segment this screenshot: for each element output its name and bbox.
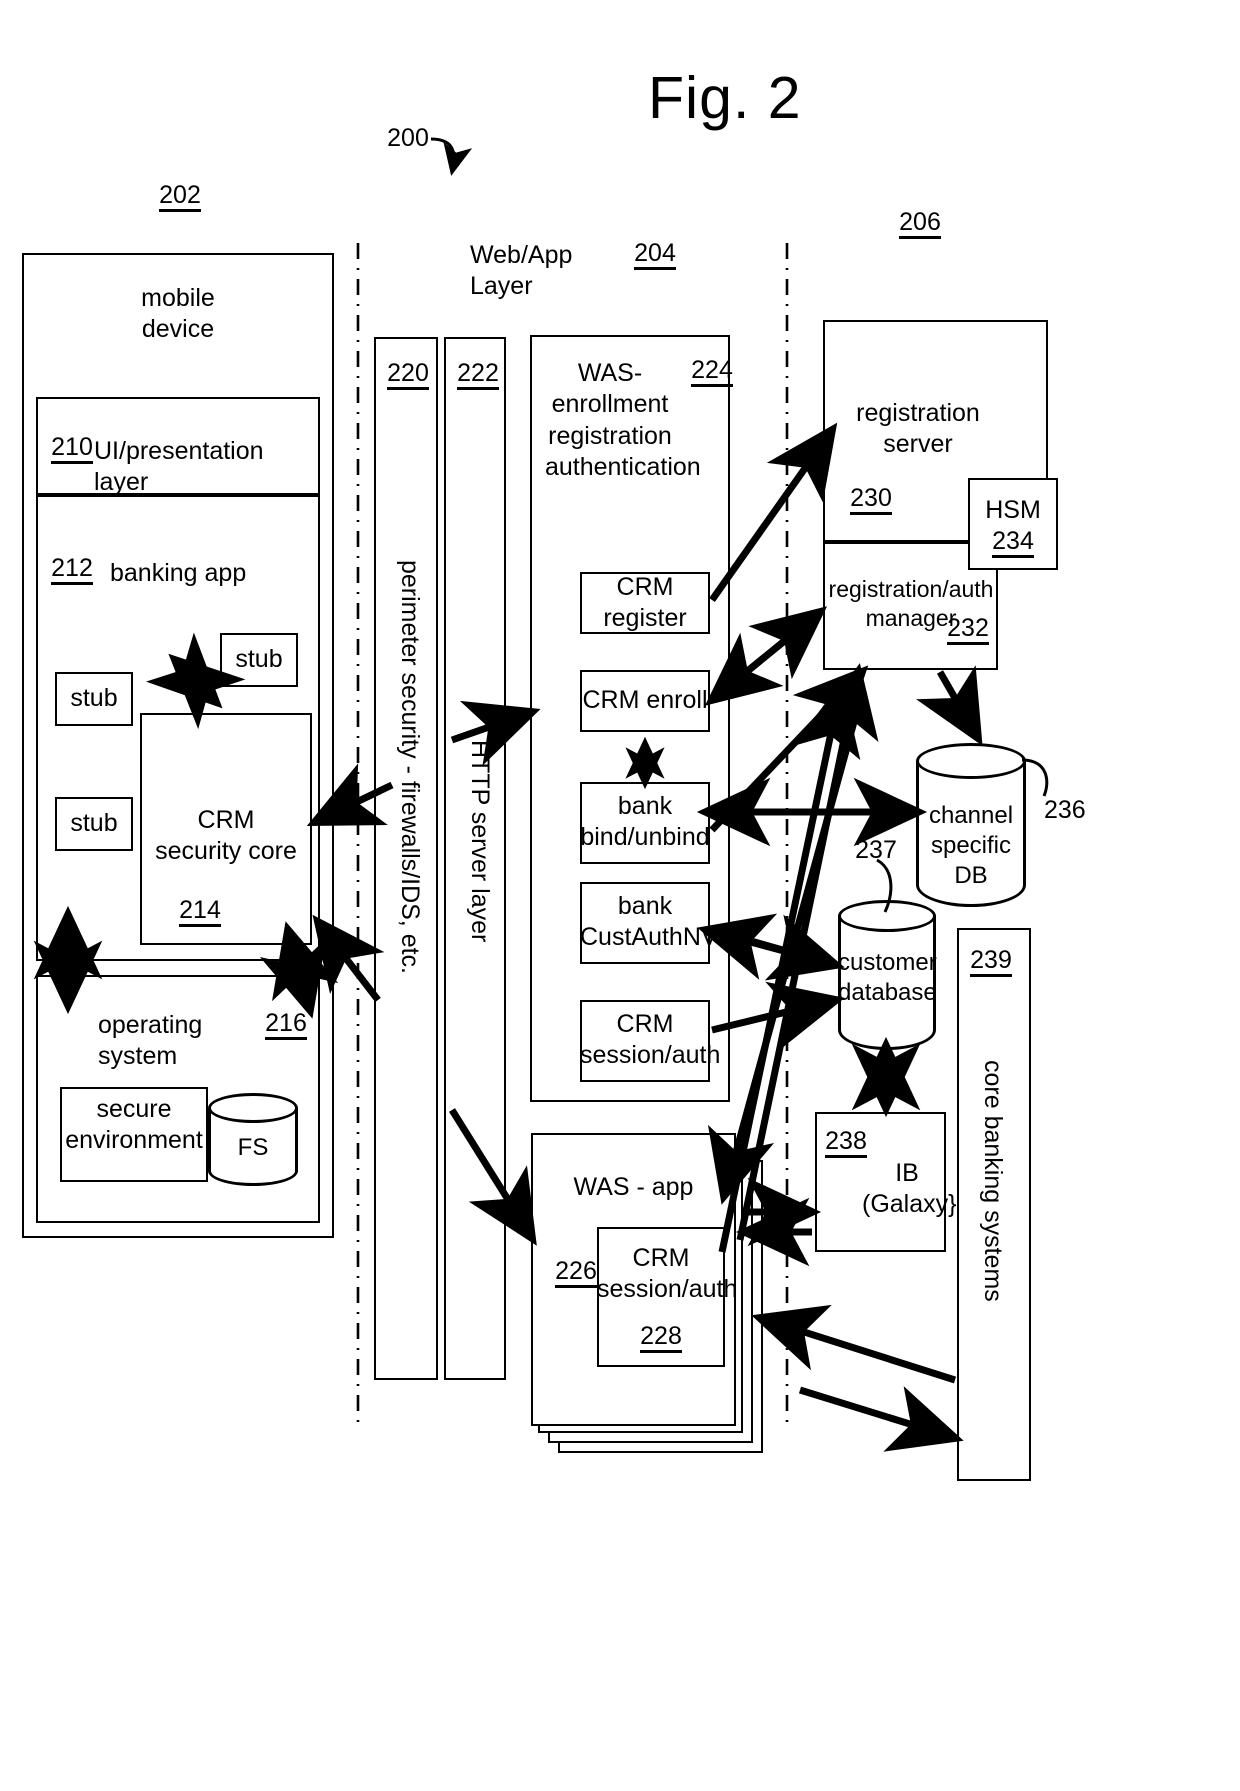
- operating-system-label: operating system: [98, 1011, 203, 1071]
- was-app-crm-session-auth-label: CRM session/auth: [597, 1244, 738, 1304]
- ui-layer-ref: 210: [44, 434, 100, 465]
- customer-db-ref: 237: [855, 836, 897, 864]
- fs-label: FS: [237, 1134, 269, 1161]
- bank-custauthnv-label: bank CustAuthNV: [580, 892, 718, 952]
- arrow-wasapp-to-corebanking: [798, 1386, 964, 1452]
- arrow-session-to-customerdb: [711, 981, 845, 1049]
- channel-db-label: channel specific DB: [928, 802, 1014, 889]
- was-app-crm-session-auth-ref: 228: [633, 1323, 689, 1354]
- http-server-layer-label: HTTP server layer: [466, 740, 494, 943]
- hsm-ref: 234: [985, 528, 1041, 559]
- web-app-layer-label: Web/App Layer: [470, 241, 573, 301]
- crm-register-box: CRM register: [580, 572, 710, 634]
- arrow-custauthnv-to-customerdb: [711, 914, 845, 981]
- figure-title: Fig. 2: [648, 65, 802, 131]
- banking-app-ref: 212: [44, 555, 100, 586]
- http-server-layer-ref: 222: [450, 360, 506, 391]
- fs-cylinder: FS: [208, 1093, 298, 1186]
- channel-specific-db-cylinder: channel specific DB: [916, 743, 1026, 911]
- registration-server-title: registration server: [856, 399, 980, 459]
- was-enrollment-title: WAS- enrollment registration authenticat…: [545, 359, 701, 481]
- operating-system-ref: 216: [258, 1010, 314, 1041]
- core-banking-label: core banking systems: [979, 1060, 1007, 1302]
- system-ref-200: 200: [387, 124, 429, 152]
- arrow-manager-to-channel-db: [916, 665, 983, 746]
- registration-auth-manager-ref: 232: [940, 615, 996, 646]
- perimeter-security-ref: 220: [380, 360, 436, 391]
- web-app-layer-ref: 204: [625, 240, 685, 271]
- stub-left-upper: stub: [55, 672, 133, 726]
- crm-session-auth-enroll-label: CRM session/auth: [580, 1010, 721, 1070]
- stub-top-right: stub: [220, 633, 298, 687]
- was-app-ref: 226: [548, 1258, 604, 1289]
- was-app-title: WAS - app: [573, 1173, 694, 1201]
- ib-galaxy-label: IB (Galaxy}: [862, 1159, 957, 1219]
- ib-galaxy-ref: 238: [818, 1128, 874, 1159]
- arrow-bind-to-manager: [709, 665, 869, 833]
- secure-environment-label: secure environment: [65, 1095, 203, 1155]
- leader-200: [430, 137, 473, 176]
- crm-security-core-ref: 214: [172, 897, 228, 928]
- hsm-label: HSM: [985, 496, 1041, 524]
- stub-left-lower: stub: [55, 797, 133, 851]
- perimeter-security-label: perimeter security - firewalls/IDS, etc.: [396, 560, 424, 974]
- registration-server-ref: 230: [843, 485, 899, 516]
- customer-database-cylinder: customer database: [838, 900, 937, 1052]
- arrow-crm-register-to-registration-server: [709, 422, 838, 603]
- device-column-ref: 202: [150, 182, 210, 213]
- was-enrollment-ref: 224: [684, 357, 740, 388]
- mobile-device-title: mobile device: [141, 284, 215, 344]
- ui-layer-label: UI/presentation layer: [94, 437, 264, 497]
- channel-db-ref: 236: [1044, 796, 1086, 824]
- customer-db-label: customer database: [838, 949, 937, 1006]
- banking-app-label: banking app: [110, 559, 247, 587]
- bank-bind-unbind-label: bank bind/unbind: [580, 792, 710, 852]
- crm-enroll-box: CRM enroll: [580, 670, 710, 732]
- arrow-corebanking-to-wasapp: [751, 1304, 957, 1384]
- core-banking-ref: 239: [963, 947, 1019, 978]
- crm-security-core-label: CRM security core: [155, 806, 297, 866]
- backend-column-ref: 206: [890, 209, 950, 240]
